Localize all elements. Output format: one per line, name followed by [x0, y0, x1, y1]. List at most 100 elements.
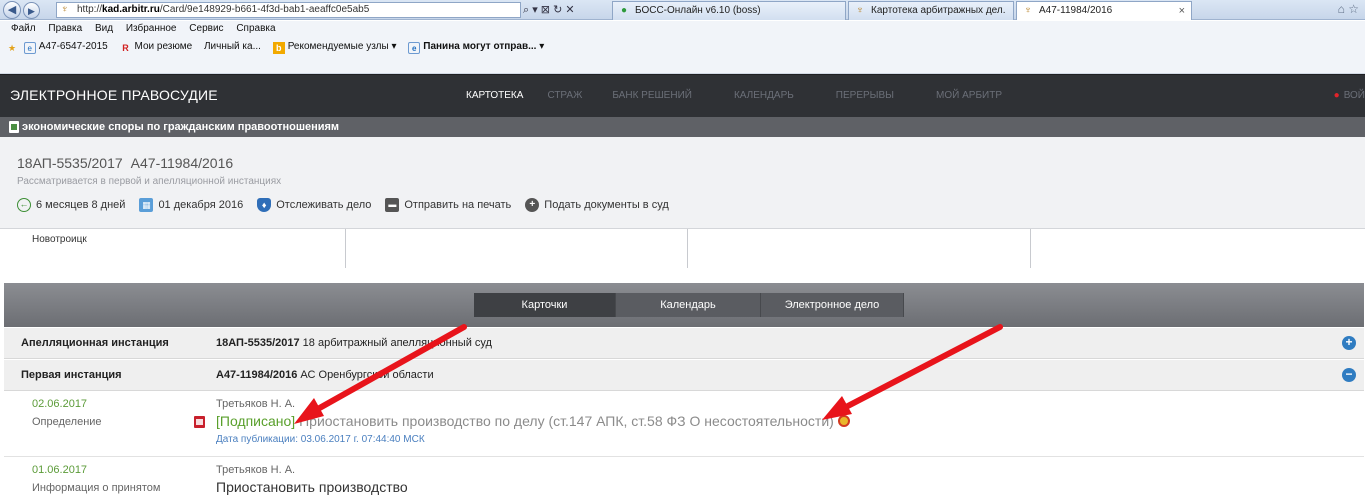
browser-titlebar: ◀ ▶ ♆ http://kad.arbitr.ru/Card/9e148929… — [0, 0, 1365, 20]
document-text: Приостановить производство по делу (ст.1… — [295, 413, 834, 429]
tab-label: Картотека арбитражных дел. — [871, 5, 1006, 16]
column-divider — [687, 229, 688, 268]
category-label: экономические споры по гражданским право… — [22, 121, 340, 133]
fav-my-resume[interactable]: R Мои резюме — [120, 41, 192, 53]
plus-icon: + — [525, 198, 540, 212]
instance-label: Апелляционная инстанция — [21, 337, 169, 349]
document-date: 01.06.2017 — [32, 464, 88, 476]
nav-strazh[interactable]: СТРАЖ — [533, 75, 600, 118]
menu-bar: Файл Правка Вид Избранное Сервис Справка — [0, 21, 1365, 37]
document-type: Информация о принятом — [32, 482, 161, 494]
nav-pereryvy[interactable]: ПЕРЕРЫВЫ — [824, 75, 924, 118]
case-numbers: 18АП-5535/2017 А47-11984/2016 — [17, 155, 241, 171]
participants-row: Новотроицк — [0, 229, 1365, 270]
login-link[interactable]: ● ВОЙ — [1334, 75, 1365, 117]
home-favorites-icons[interactable]: ⌂ ☆ — [1338, 2, 1359, 16]
boss-icon: ● — [620, 5, 628, 16]
menu-view[interactable]: Вид — [95, 23, 113, 34]
site-header: ЭЛЕКТРОННОЕ ПРАВОСУДИЕ КАРТОТЕКА СТРАЖ Б… — [0, 74, 1365, 117]
back-icon[interactable]: ◀ — [3, 1, 21, 19]
document-type: Определение — [32, 416, 102, 428]
pdf-icon[interactable] — [194, 416, 205, 428]
main-nav: КАРТОТЕКА СТРАЖ БАНК РЕШЕНИЙ КАЛЕНДАРЬ П… — [454, 75, 1014, 118]
favorites-bar: ★ e А47-6547-2015 R Мои резюме Личный ка..… — [0, 37, 1365, 74]
tab-electronic-case[interactable]: Электронное дело — [761, 293, 904, 317]
expand-icon[interactable]: + — [1342, 336, 1356, 350]
tab-boss[interactable]: ● БОСС-Онлайн v6.10 (boss) — [612, 1, 846, 20]
address-tools[interactable]: ⌕ ▾ ⊠ ↻ ✕ — [523, 2, 603, 18]
instance-row-first[interactable]: Первая инстанция А47-11984/2016 АС Оренб… — [4, 360, 1364, 391]
menu-help[interactable]: Справка — [236, 23, 275, 34]
clock-icon: ← — [17, 198, 31, 212]
publication-date: Дата публикации: 03.06.2017 г. 07:44:40 … — [216, 434, 425, 445]
category-bar: экономические споры по гражданским право… — [0, 117, 1365, 137]
case-number-first: А47-11984/2016 — [130, 155, 234, 171]
address-host: kad.arbitr.ru — [102, 4, 160, 15]
column-divider — [345, 229, 346, 268]
menu-edit[interactable]: Правка — [48, 23, 82, 34]
instance-value: 18АП-5535/2017 18 арбитражный апелляцион… — [216, 337, 492, 349]
fav-personal-account[interactable]: Личный ка... — [204, 41, 261, 52]
court-icon: ♆ — [856, 5, 864, 16]
document-item: 02.06.2017 Определение Третьяков Н. А. [… — [4, 392, 1364, 457]
site-brand[interactable]: ЭЛЕКТРОННОЕ ПРАВОСУДИЕ — [10, 87, 218, 103]
ie-page-icon: e — [408, 42, 421, 54]
address-bar[interactable]: ♆ http://kad.arbitr.ru/Card/9e148929-b66… — [56, 2, 521, 18]
case-status: Рассматривается в первой и апелляционной… — [17, 176, 282, 187]
instance-value: А47-11984/2016 АС Оренбургской области — [216, 369, 434, 381]
document-link[interactable]: [Подписано] Приостановить производство п… — [216, 413, 850, 429]
r-logo-icon: R — [122, 43, 129, 53]
party-city: Новотроицк — [32, 234, 87, 245]
fav-suggested-sites[interactable]: b Рекомендуемые узлы ▾ — [272, 41, 396, 54]
nav-bank-resheniy[interactable]: БАНК РЕШЕНИЙ — [600, 75, 722, 118]
menu-favorites[interactable]: Избранное — [126, 23, 177, 34]
case-date[interactable]: ▦ 01 декабря 2016 — [139, 197, 243, 213]
instance-row-appeal[interactable]: Апелляционная инстанция 18АП-5535/2017 1… — [4, 328, 1364, 359]
case-duration: ← 6 месяцев 8 дней — [17, 197, 125, 213]
favorites-star-icon[interactable]: ★ — [6, 42, 18, 54]
bing-icon: b — [272, 42, 285, 54]
document-item: 01.06.2017 Информация о принятом Третьяк… — [4, 458, 1364, 495]
calendar-icon: ▦ — [139, 198, 154, 212]
tab-kad[interactable]: ♆ Картотека арбитражных дел. — [848, 1, 1014, 20]
address-prefix: http:// — [77, 4, 103, 15]
case-header: 18АП-5535/2017 А47-11984/2016 Рассматрива… — [0, 137, 1365, 229]
status-dot-icon: ● — [1333, 90, 1340, 101]
category-icon — [9, 121, 19, 133]
document-judge: Третьяков Н. А. — [216, 464, 296, 476]
case-actions: ← 6 месяцев 8 дней ▦ 01 декабря 2016 ♦ Отсл… — [17, 197, 683, 213]
tab-case[interactable]: ♆ А47-11984/2016 × — [1016, 1, 1192, 20]
tab-label: А47-11984/2016 — [1039, 5, 1113, 16]
collapse-icon[interactable]: − — [1342, 368, 1356, 382]
ie-page-icon: e — [23, 42, 36, 54]
court-icon: ♆ — [1024, 5, 1032, 16]
track-case-button[interactable]: ♦ Отслеживать дело — [257, 197, 371, 213]
menu-tools[interactable]: Сервис — [189, 23, 223, 34]
card-tabs-bar: Карточки Календарь Электронное дело — [4, 283, 1364, 327]
close-tab-icon[interactable]: × — [1179, 2, 1185, 20]
address-path: /Card/9e148929-b661-4f3d-bab1-aeaffc0e5a… — [159, 4, 370, 15]
card-tabs: Карточки Календарь Электронное дело — [474, 293, 904, 317]
case-number-appeal: 18АП-5535/2017 — [17, 155, 123, 171]
nav-kartoteka[interactable]: КАРТОТЕКА — [454, 75, 533, 118]
site-favicon-icon: ♆ — [61, 4, 69, 15]
forward-icon[interactable]: ▶ — [23, 2, 40, 19]
shield-icon: ♦ — [257, 198, 272, 212]
nav-moy-arbitr[interactable]: МОЙ АРБИТР — [924, 75, 1014, 118]
tab-calendar[interactable]: Календарь — [616, 293, 761, 317]
signed-label: [Подписано] — [216, 413, 296, 429]
nav-calendar[interactable]: КАЛЕНДАРЬ — [722, 75, 824, 118]
tab-label: БОСС-Онлайн v6.10 (boss) — [635, 5, 761, 16]
document-date: 02.06.2017 — [32, 398, 88, 410]
print-button[interactable]: ▬ Отправить на печать — [385, 197, 511, 213]
digital-signature-icon[interactable] — [837, 415, 850, 427]
print-icon: ▬ — [385, 198, 400, 212]
fav-a47-6547[interactable]: e А47-6547-2015 — [23, 41, 108, 54]
document-text[interactable]: Приостановить производство — [216, 479, 408, 495]
instance-label: Первая инстанция — [21, 369, 122, 381]
menu-file[interactable]: Файл — [11, 23, 36, 34]
submit-documents-button[interactable]: + Подать документы в суд — [525, 197, 669, 213]
fav-panina[interactable]: e Панина могут отправ... ▾ — [408, 41, 544, 54]
tab-cards[interactable]: Карточки — [474, 293, 616, 317]
column-divider — [1030, 229, 1031, 268]
